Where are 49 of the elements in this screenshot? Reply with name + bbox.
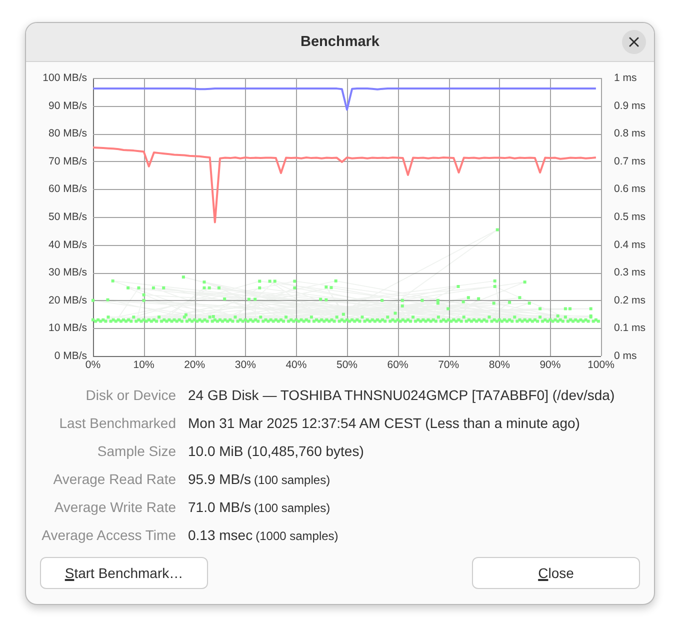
y2-tick-label: 0.9 ms [614, 100, 646, 112]
y-tick-label: 60 MB/s [48, 183, 87, 196]
x-tick-label: 10% [133, 359, 154, 371]
y2-tick-label: 0.8 ms [614, 128, 646, 140]
x-tick-label: 20% [184, 359, 206, 371]
field-value: Mon 31 Mar 2025 12:37:54 AM CEST (Less than a minute ago) [188, 415, 580, 431]
y-tick-label: 80 MB/s [48, 128, 87, 140]
field-label: Sample Size [97, 443, 176, 459]
y2-tick-label: 1 ms [614, 72, 637, 84]
field-value: 24 GB Disk — TOSHIBA THNSNU024GMCP [TA7ABBF0] (/dev/sda) [188, 387, 615, 403]
y-tick-label: 40 MB/s [48, 238, 87, 251]
sample-count: (1000 samples) [256, 529, 338, 543]
y2-tick-label: 0.6 ms [614, 183, 646, 196]
field-value: 10.0 MiB (10,485,760 bytes) [188, 443, 364, 459]
y2-tick-label: 0.5 ms [614, 211, 646, 223]
y-tick-label: 10 MB/s [48, 322, 87, 334]
y-tick-label: 70 MB/s [48, 155, 87, 168]
sample-count: (100 samples) [254, 501, 330, 515]
x-tick-label: 60% [387, 359, 408, 371]
field-label: Disk or Device [86, 387, 176, 403]
sample-count: (100 samples) [254, 473, 330, 487]
y2-tick-label: 0.2 ms [614, 294, 646, 306]
y2-tick-label: 0.3 ms [614, 266, 646, 279]
y-tick-label: 30 MB/s [48, 266, 87, 279]
field-label: Average Read Rate [53, 471, 176, 487]
field-value: 71.0 MB/s [188, 499, 252, 515]
x-tick-label: 50% [336, 359, 358, 371]
y-tick-label: 100 MB/s [42, 72, 87, 84]
y-tick-label: 50 MB/s [48, 211, 87, 223]
window-title: Benchmark [300, 34, 380, 50]
x-tick-label: 0% [85, 359, 101, 371]
field-label: Last Benchmarked [59, 415, 176, 431]
x-tick-label: 70% [438, 359, 460, 371]
field-label: Average Write Rate [54, 499, 176, 515]
x-tick-label: 40% [286, 359, 307, 371]
y-tick-label: 0 MB/s [54, 350, 87, 362]
y-tick-label: 20 MB/s [48, 294, 87, 306]
y-tick-label: 90 MB/s [48, 100, 87, 112]
x-tick-label: 80% [488, 359, 510, 371]
x-tick-label: 90% [540, 359, 561, 371]
field-value: 95.9 MB/s [188, 471, 252, 487]
x-tick-label: 100% [588, 359, 614, 371]
y2-tick-label: 0 ms [614, 350, 637, 362]
y2-tick-label: 0.7 ms [614, 155, 646, 168]
y2-tick-label: 0.4 ms [614, 238, 646, 251]
x-tick-label: 30% [234, 359, 256, 371]
field-label: Average Access Time [42, 527, 176, 543]
field-value: 0.13 msec [188, 527, 253, 543]
y2-tick-label: 0.1 ms [614, 322, 646, 334]
